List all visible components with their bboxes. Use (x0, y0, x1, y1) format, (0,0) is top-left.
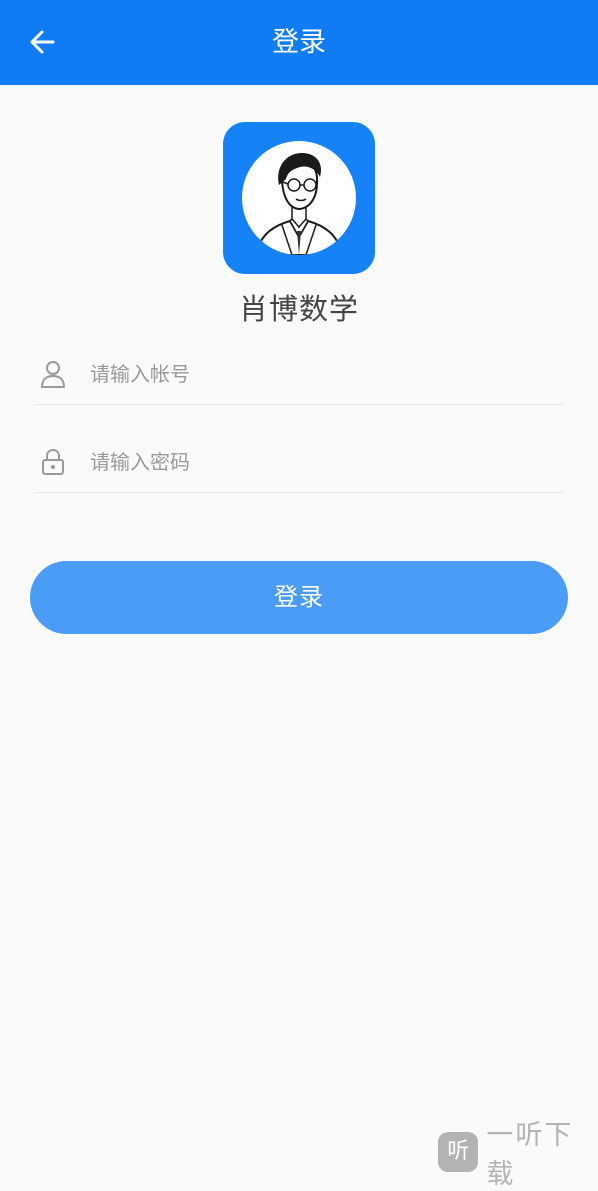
password-input[interactable] (90, 444, 550, 480)
page-title: 登录 (272, 27, 326, 58)
app-name: 肖博数学 (238, 292, 359, 326)
lock-icon (42, 448, 64, 475)
user-icon (41, 361, 65, 388)
app-logo (223, 122, 375, 274)
top-app-bar: 登录 (0, 0, 598, 85)
account-input[interactable] (90, 356, 550, 392)
watermark: 听 一听下载 (438, 1120, 598, 1190)
password-field (34, 430, 564, 493)
login-button[interactable]: 登录 (30, 561, 568, 634)
teacher-portrait-icon (242, 141, 356, 255)
account-field (34, 342, 564, 405)
watermark-logo: 听 (438, 1132, 479, 1172)
watermark-text: 一听下载 (486, 1120, 574, 1190)
